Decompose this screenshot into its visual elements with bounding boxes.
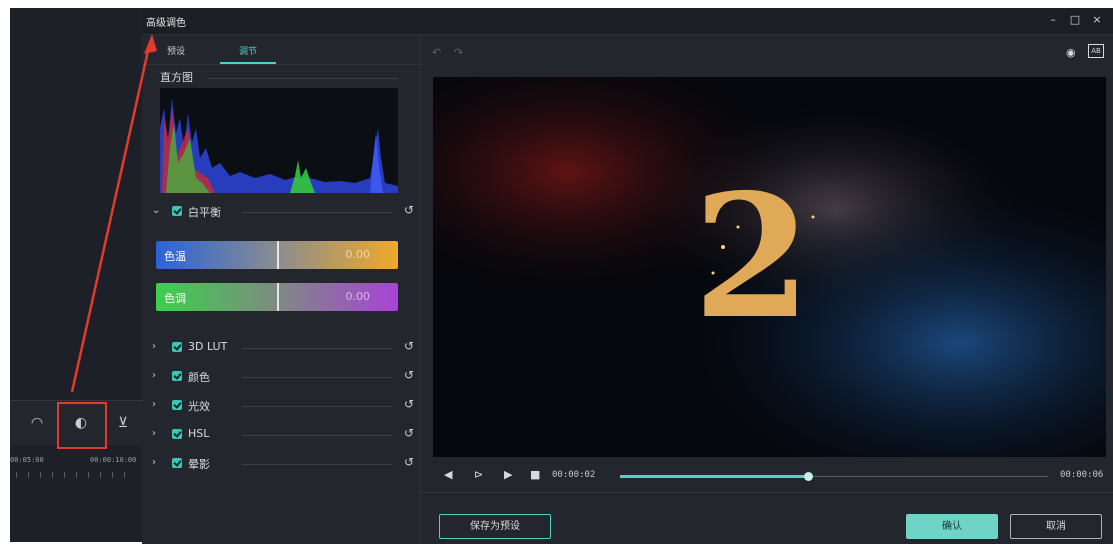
annotation-arrow <box>70 34 157 393</box>
